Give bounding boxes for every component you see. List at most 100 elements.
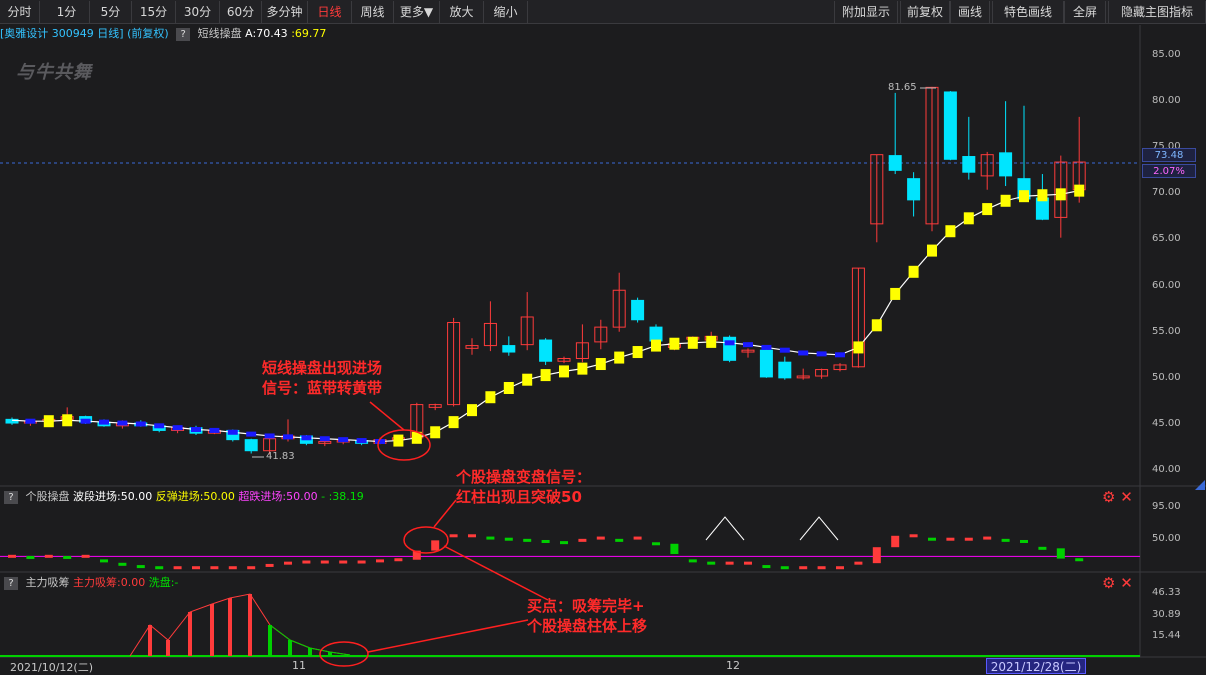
current-price-label: 73.48 (1142, 148, 1196, 162)
current-pct-label: 2.07% (1142, 164, 1196, 178)
signal-bar (964, 537, 973, 541)
band-block (982, 203, 993, 216)
signal-bar (8, 554, 16, 558)
band-block (614, 351, 625, 364)
close-icon[interactable]: ✕ (1120, 488, 1133, 506)
signal-bar (560, 541, 568, 545)
help-button[interactable]: ? (4, 490, 18, 504)
signal-bar (707, 561, 716, 565)
candle-body (649, 326, 663, 342)
settings-icon[interactable]: ⚙ (1102, 574, 1115, 592)
annotation-line (369, 401, 405, 431)
signal-panel-header: ? 个股操盘 波段进场:50.00 反弹进场:50.00 超跌进场:50.00 … (0, 488, 364, 504)
band-block (779, 347, 790, 353)
signal-bar (523, 538, 532, 542)
signal-bar (909, 534, 918, 538)
annotation-text: 个股操盘变盘信号： (456, 468, 592, 486)
accum-bar (228, 598, 232, 656)
band-block (1019, 190, 1029, 203)
candle-body (759, 349, 773, 378)
annotation-line (433, 499, 457, 528)
signal-bar (100, 559, 108, 563)
date-start: 2021/10/12(二) (10, 661, 93, 674)
band-block (945, 225, 956, 238)
date-month-11: 11 (292, 659, 306, 672)
annotation-circle (403, 526, 449, 554)
signal-bar (173, 566, 182, 570)
annotation-entry-signal: 短线操盘出现进场 信号：蓝带转黄带 (262, 358, 382, 398)
signal-bar (1001, 538, 1010, 542)
scroll-triangle (1195, 480, 1205, 490)
signal-bar (63, 555, 72, 559)
band-block (632, 346, 643, 359)
price-tick: 60.00 (1152, 279, 1181, 291)
band-block (62, 414, 73, 427)
signal-bar (1056, 548, 1065, 559)
band-block (577, 362, 588, 375)
band-block (540, 369, 551, 382)
band-block (356, 438, 367, 444)
signal-bar (799, 566, 808, 570)
band-block (927, 244, 937, 257)
signal-bar (228, 566, 237, 570)
annotation-line (367, 619, 529, 653)
candle-body (539, 339, 553, 362)
wash-value: 洗盘:- (148, 576, 179, 589)
candle-body (631, 299, 645, 321)
signal-bar (725, 561, 734, 565)
band-block (963, 212, 974, 225)
annotation-line (443, 545, 549, 601)
accum-tick: 30.89 (1152, 609, 1181, 620)
signal-bar (946, 537, 955, 541)
band-block (209, 427, 220, 433)
panel3-tools: ⚙ ✕ (1102, 574, 1133, 592)
signal-bar (891, 535, 900, 548)
price-tick: 55.00 (1152, 325, 1181, 337)
band-block (871, 319, 882, 332)
kline-chart[interactable] (0, 0, 1206, 675)
band-block (595, 358, 606, 371)
signal-bar (81, 554, 90, 558)
low-price-label: 41.83 (266, 451, 295, 462)
candle-body (907, 178, 921, 201)
band-block (908, 265, 919, 278)
band-block (1055, 188, 1066, 201)
panel2-tools: ⚙ ✕ (1102, 488, 1133, 506)
settings-icon[interactable]: ⚙ (1102, 488, 1115, 506)
accum-value: 主力吸筹:0.00 (73, 576, 146, 589)
signal-bar (44, 554, 53, 558)
signal-bar (872, 547, 881, 564)
band-block (890, 287, 901, 300)
signal-bar (744, 561, 752, 565)
help-button[interactable]: ? (4, 576, 18, 590)
price-tick: 80.00 (1152, 95, 1181, 107)
annotation-text: 个股操盘柱体上移 (527, 617, 648, 635)
band-block (264, 433, 275, 439)
signal-bar (320, 560, 329, 564)
signal-bar (394, 558, 403, 562)
band-block (227, 429, 238, 435)
band-block (246, 431, 257, 437)
candle-body (778, 361, 792, 379)
band-block (448, 416, 459, 429)
signal-bar (431, 540, 440, 551)
signal-triangle (799, 516, 839, 541)
signal-bar (265, 563, 274, 567)
band-block (191, 427, 201, 432)
accum-bar (210, 604, 214, 656)
high-price-label: 81.65 (888, 82, 917, 93)
signal-bar (486, 536, 495, 540)
price-tick: 50.00 (1152, 371, 1181, 383)
signal-tick: 95.00 (1152, 501, 1181, 512)
band-block (559, 365, 569, 378)
signal-bar (652, 542, 660, 546)
signal-bar (615, 538, 624, 542)
annotation-text: 红柱出现且突破50 (456, 488, 582, 506)
price-tick: 85.00 (1152, 49, 1181, 60)
signal-bar (762, 565, 771, 569)
signal-bar (302, 560, 311, 564)
close-icon[interactable]: ✕ (1120, 574, 1133, 592)
price-tick: 40.00 (1152, 464, 1181, 475)
band-block (283, 434, 293, 440)
signal-bar (780, 566, 789, 570)
